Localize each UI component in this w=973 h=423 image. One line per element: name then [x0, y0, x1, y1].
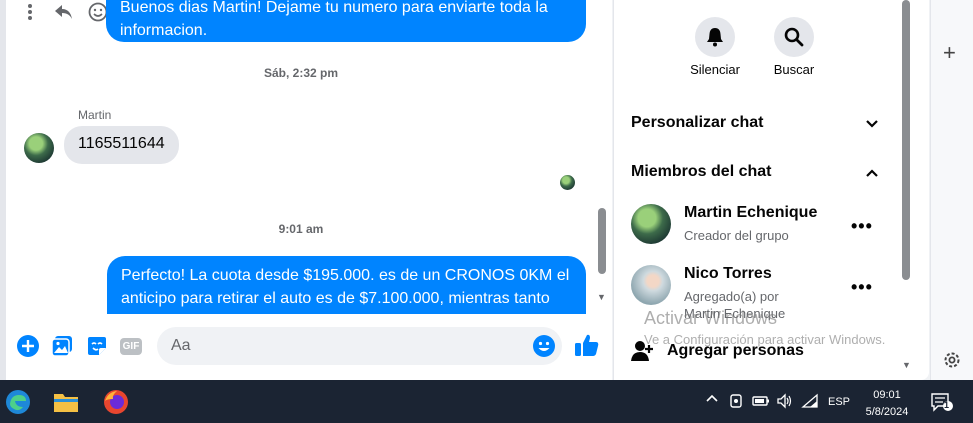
message-input[interactable]: [171, 337, 521, 355]
bell-icon: [707, 28, 723, 47]
customize-chat-section[interactable]: Personalizar chat: [631, 114, 891, 132]
chevron-up-icon[interactable]: [705, 392, 719, 409]
member-row[interactable]: Martin Echenique Creador del grupo •••: [631, 202, 891, 252]
notification-count: 1: [944, 400, 950, 410]
avatar[interactable]: [631, 265, 671, 305]
meet-now-icon[interactable]: [728, 393, 746, 411]
member-name: Nico Torres: [684, 265, 772, 282]
windows-taskbar: ESP 09:01 5/8/2024 1: [0, 380, 973, 423]
member-role: Creador del grupo: [684, 228, 789, 243]
member-name: Martin Echenique: [684, 204, 818, 221]
plus-icon[interactable]: +: [943, 40, 956, 66]
emoji-icon[interactable]: [532, 334, 556, 358]
clock[interactable]: 09:01 5/8/2024: [858, 387, 916, 421]
outgoing-message[interactable]: Perfecto! La cuota desde $195.000. es de…: [107, 256, 586, 314]
scrollbar-thumb[interactable]: [902, 0, 910, 280]
plus-circle-icon[interactable]: [16, 334, 40, 358]
battery-icon[interactable]: [752, 393, 770, 411]
mute-label: Silenciar: [690, 62, 740, 77]
message-list[interactable]: Buenos dias Martin! Dejame tu numero par…: [6, 0, 596, 314]
message-actions: [20, 2, 108, 22]
reply-icon[interactable]: [54, 2, 74, 22]
chevron-down-icon[interactable]: [864, 116, 880, 132]
sender-name: Martin: [78, 108, 112, 122]
avatar[interactable]: [631, 204, 671, 244]
volume-icon[interactable]: [776, 393, 794, 411]
app-window: Buenos dias Martin! Dejame tu numero par…: [0, 0, 973, 423]
windows-activation-subtitle: Ve a Configuración para activar Windows.: [644, 332, 886, 347]
incoming-message[interactable]: 1165511644: [64, 126, 179, 164]
gif-icon[interactable]: GIF: [119, 334, 143, 358]
clock-date: 5/8/2024: [865, 406, 909, 418]
browser-side-strip: +: [930, 0, 973, 380]
composer: GIF: [6, 322, 606, 372]
member-row[interactable]: Nico Torres Agregado(a) por Martin Echen…: [631, 263, 891, 321]
outgoing-message[interactable]: Buenos dias Martin! Dejame tu numero par…: [106, 0, 586, 42]
search-label: Buscar: [773, 62, 815, 77]
chat-members-section[interactable]: Miembros del chat: [631, 163, 891, 181]
message-input-box[interactable]: [157, 327, 562, 365]
thumbs-up-icon[interactable]: [574, 332, 602, 360]
search-icon: [784, 27, 804, 47]
scroll-down-arrow-icon[interactable]: ▼: [597, 292, 606, 302]
scrollbar-thumb[interactable]: [598, 208, 606, 274]
language-indicator[interactable]: ESP: [828, 396, 850, 408]
avatar[interactable]: [24, 133, 54, 163]
gif-label: GIF: [119, 337, 143, 355]
chat-details-panel: Silenciar Buscar Personalizar chat Miemb…: [613, 0, 929, 380]
seen-indicator-avatar: [560, 175, 575, 190]
file-explorer-icon[interactable]: [52, 388, 80, 416]
sticker-icon[interactable]: [85, 334, 109, 358]
notification-center-icon[interactable]: 1: [930, 392, 954, 417]
clock-time: 09:01: [873, 389, 901, 401]
wifi-icon[interactable]: [801, 393, 819, 411]
timestamp: Sáb, 2:32 pm: [263, 66, 339, 80]
chevron-up-icon[interactable]: [864, 165, 880, 181]
more-options-button[interactable]: •••: [851, 277, 873, 298]
windows-activation-title: Activar Windows: [644, 308, 778, 328]
gear-icon[interactable]: [942, 350, 962, 370]
mute-button[interactable]: [695, 17, 735, 57]
react-smiley-icon[interactable]: [88, 2, 108, 22]
firefox-icon[interactable]: [102, 388, 130, 416]
image-icon[interactable]: [50, 334, 74, 358]
more-options-button[interactable]: •••: [851, 216, 873, 237]
chat-pane: Buenos dias Martin! Dejame tu numero par…: [0, 0, 612, 380]
more-vertical-icon[interactable]: [20, 2, 40, 22]
timestamp: 9:01 am: [278, 222, 324, 236]
chat-scrollbar[interactable]: ▼: [596, 0, 608, 314]
panel-scrollbar[interactable]: ▼: [900, 0, 912, 380]
edge-icon[interactable]: [4, 388, 32, 416]
search-button[interactable]: [774, 17, 814, 57]
scroll-down-arrow-icon[interactable]: ▼: [902, 360, 911, 370]
